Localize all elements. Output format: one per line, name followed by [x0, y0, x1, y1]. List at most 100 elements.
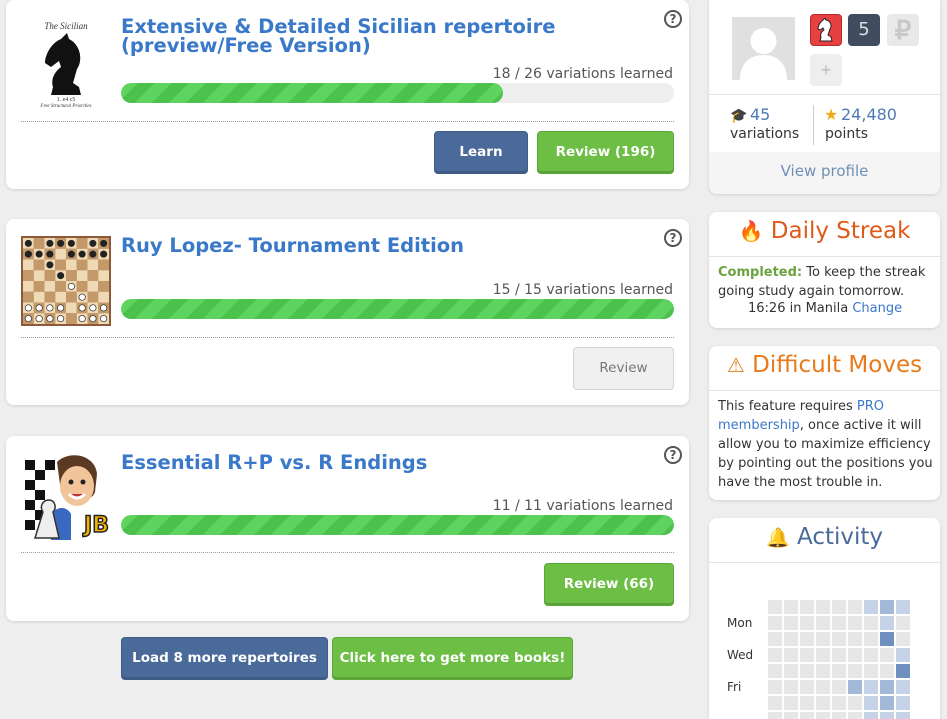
activity-cell[interactable]	[864, 632, 878, 646]
activity-cell[interactable]	[896, 648, 910, 662]
activity-cell[interactable]	[848, 712, 862, 719]
chessboard-thumbnail[interactable]	[21, 236, 111, 326]
add-badge-button[interactable]: +	[810, 54, 842, 86]
activity-cell[interactable]	[768, 712, 782, 719]
progress-bar	[121, 515, 674, 535]
activity-cell[interactable]	[848, 680, 862, 694]
activity-cell[interactable]	[880, 696, 894, 710]
activity-cell[interactable]	[816, 712, 830, 719]
activity-cell[interactable]	[864, 616, 878, 630]
activity-cell[interactable]	[800, 648, 814, 662]
activity-cell[interactable]	[816, 600, 830, 614]
activity-cell[interactable]	[800, 632, 814, 646]
help-icon[interactable]: ?	[664, 446, 682, 464]
activity-cell[interactable]	[880, 664, 894, 678]
help-icon[interactable]: ?	[664, 10, 682, 28]
activity-cell[interactable]	[864, 680, 878, 694]
help-icon[interactable]: ?	[664, 229, 682, 247]
activity-cell[interactable]	[880, 600, 894, 614]
activity-cell[interactable]	[880, 680, 894, 694]
activity-cell[interactable]	[896, 600, 910, 614]
author-avatar-thumbnail[interactable]: JB	[21, 452, 111, 542]
activity-cell[interactable]	[864, 648, 878, 662]
activity-cell[interactable]	[848, 632, 862, 646]
activity-cell[interactable]	[784, 664, 798, 678]
activity-cell[interactable]	[816, 680, 830, 694]
activity-cell[interactable]	[896, 696, 910, 710]
activity-cell[interactable]	[896, 680, 910, 694]
activity-cell[interactable]	[880, 712, 894, 719]
activity-cell[interactable]	[800, 680, 814, 694]
review-button[interactable]: Review (66)	[544, 563, 674, 606]
activity-cell[interactable]	[800, 696, 814, 710]
change-timezone-link[interactable]: Change	[852, 301, 902, 316]
streak-message: Completed: To keep the streak going stud…	[718, 263, 934, 301]
activity-cell[interactable]	[896, 616, 910, 630]
activity-cell[interactable]	[768, 616, 782, 630]
activity-cell[interactable]	[784, 648, 798, 662]
knight-badge[interactable]	[810, 14, 842, 46]
day-label: Mon	[727, 616, 753, 630]
activity-cell[interactable]	[784, 600, 798, 614]
activity-cell[interactable]	[864, 696, 878, 710]
activity-cell[interactable]	[784, 632, 798, 646]
get-more-books-button[interactable]: Click here to get more books!	[332, 637, 573, 680]
activity-cell[interactable]	[816, 696, 830, 710]
activity-cell[interactable]	[800, 712, 814, 719]
activity-cell[interactable]	[784, 712, 798, 719]
activity-cell[interactable]	[800, 664, 814, 678]
activity-cell[interactable]	[896, 632, 910, 646]
knight-icon	[817, 17, 833, 42]
load-more-button[interactable]: Load 8 more repertoires	[121, 637, 328, 680]
activity-cell[interactable]	[880, 632, 894, 646]
repertoire-title[interactable]: Extensive & Detailed Sicilian repertoire…	[121, 17, 661, 56]
activity-cell[interactable]	[784, 680, 798, 694]
activity-cell[interactable]	[880, 648, 894, 662]
activity-cell[interactable]	[848, 664, 862, 678]
activity-cell[interactable]	[864, 712, 878, 719]
activity-cell[interactable]	[864, 600, 878, 614]
activity-cell[interactable]	[832, 648, 846, 662]
activity-cell[interactable]	[832, 600, 846, 614]
activity-cell[interactable]	[768, 680, 782, 694]
activity-cell[interactable]	[768, 648, 782, 662]
activity-cell[interactable]	[848, 696, 862, 710]
activity-cell[interactable]	[784, 616, 798, 630]
review-button[interactable]: Review (196)	[537, 131, 674, 174]
activity-cell[interactable]	[768, 664, 782, 678]
activity-cell[interactable]	[832, 664, 846, 678]
activity-cell[interactable]	[816, 616, 830, 630]
learn-button[interactable]: Learn	[434, 131, 528, 174]
activity-cell[interactable]	[896, 712, 910, 719]
activity-cell[interactable]	[800, 600, 814, 614]
activity-cell[interactable]	[800, 616, 814, 630]
cover-caption: Free Structural Priorities	[40, 104, 92, 109]
activity-cell[interactable]	[816, 664, 830, 678]
review-button[interactable]: Review	[573, 347, 674, 390]
activity-cell[interactable]	[768, 600, 782, 614]
ruble-icon[interactable]: ₽	[887, 14, 919, 46]
activity-cell[interactable]	[848, 616, 862, 630]
activity-cell[interactable]	[816, 632, 830, 646]
activity-cell[interactable]	[784, 696, 798, 710]
activity-cell[interactable]	[768, 696, 782, 710]
activity-cell[interactable]	[832, 696, 846, 710]
activity-cell[interactable]	[816, 648, 830, 662]
repertoire-title[interactable]: Essential R+P vs. R Endings	[121, 453, 661, 473]
activity-cell[interactable]	[880, 616, 894, 630]
sicilian-book-cover[interactable]: The Sicilian 1. e4 c5 Free Structural Pr…	[21, 17, 111, 109]
activity-cell[interactable]	[832, 632, 846, 646]
activity-cell[interactable]	[832, 616, 846, 630]
activity-cell[interactable]	[848, 648, 862, 662]
activity-cell[interactable]	[768, 632, 782, 646]
chess-piece	[78, 315, 86, 323]
activity-cell[interactable]	[864, 664, 878, 678]
count-badge[interactable]: 5	[848, 14, 880, 46]
repertoire-title[interactable]: Ruy Lopez- Tournament Edition	[121, 236, 661, 256]
user-avatar[interactable]	[732, 17, 795, 80]
activity-cell[interactable]	[832, 712, 846, 719]
activity-cell[interactable]	[832, 680, 846, 694]
activity-cell[interactable]	[896, 664, 910, 678]
activity-cell[interactable]	[848, 600, 862, 614]
view-profile-link[interactable]: View profile	[709, 162, 940, 180]
